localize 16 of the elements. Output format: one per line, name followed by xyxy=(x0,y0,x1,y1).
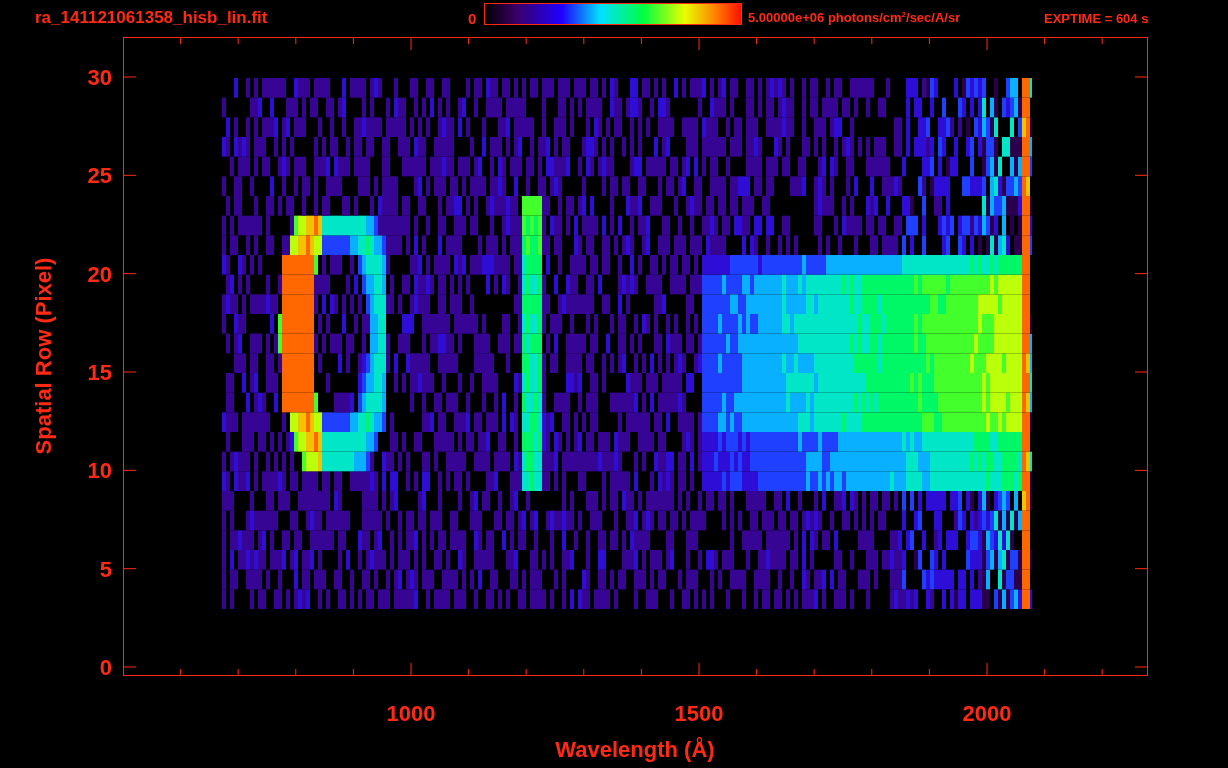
y-tick-label: 5 xyxy=(99,556,112,582)
file-name: ra_141121061358_hisb_lin.fit xyxy=(35,8,269,28)
x-axis-label: Wavelength (Å) xyxy=(555,737,715,762)
y-tick-label: 15 xyxy=(87,360,112,385)
exposure-time: EXPTIME = 604 s xyxy=(1044,10,1149,26)
y-axis-label: Spatial Row (Pixel) xyxy=(31,257,56,455)
x-tick-label: 1000 xyxy=(386,701,436,726)
x-tick-label: 2000 xyxy=(962,701,1012,726)
y-tick-label: 30 xyxy=(87,65,112,90)
y-tick-label: 20 xyxy=(87,261,112,287)
x-tick-label: 1500 xyxy=(674,701,724,726)
colorbar-min-label: 0 xyxy=(468,9,478,27)
colorbar-max-label: 5.00000e+06 photons/cm$^{2}$/sec/A/sr xyxy=(748,10,962,26)
y-tick-label: 0 xyxy=(99,655,112,680)
y-tick-label: 25 xyxy=(87,163,112,189)
y-tick-label: 10 xyxy=(87,458,112,484)
